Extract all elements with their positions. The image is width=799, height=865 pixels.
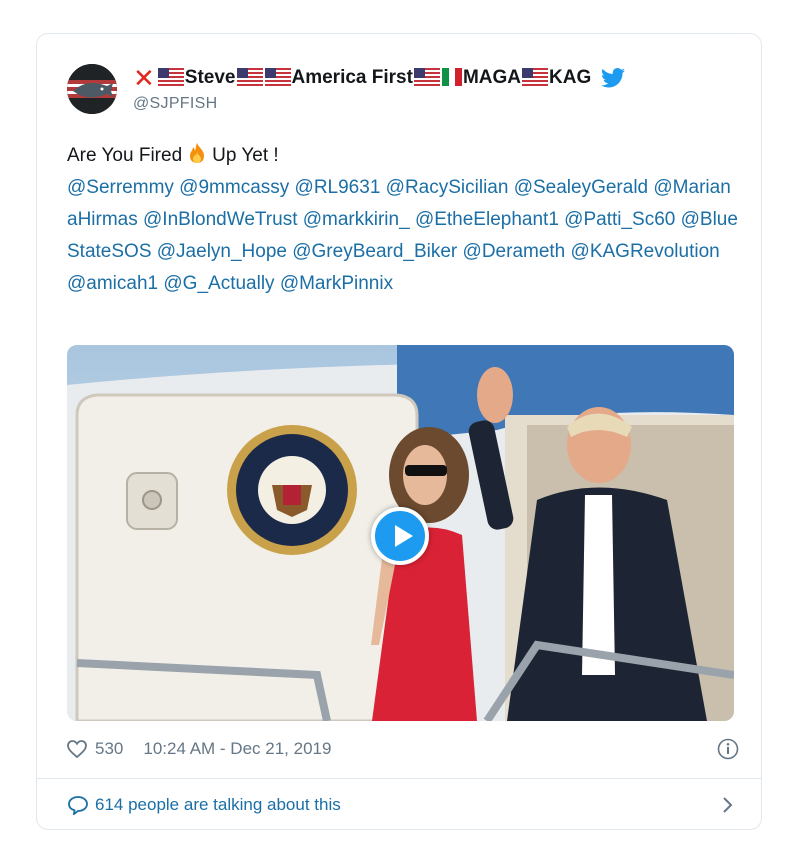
us-flag-icon [264,68,291,86]
name-part-steve: Steve [184,67,236,88]
tweet-text-after: Up Yet ! [212,145,279,166]
red-x-icon: ✕ [133,63,155,93]
name-part-america-first: America First [291,67,413,88]
tweet-meta: 530 10:24 AM - Dec 21, 2019 [67,734,739,764]
play-button[interactable] [371,507,429,565]
tweet-text-intro: Are You Fired [67,145,183,166]
us-flag-icon [522,68,549,86]
chevron-right-icon[interactable] [721,796,733,814]
divider [37,778,761,779]
author-handle[interactable]: @SJPFISH [133,95,217,113]
timestamp[interactable]: 10:24 AM - Dec 21, 2019 [143,739,331,759]
info-icon[interactable] [717,738,739,760]
twitter-bird-icon[interactable] [601,68,626,88]
tweet-text: Are You Fired Up Yet ! @Serremmy @9mmcass… [67,140,739,300]
tweet-card: ✕ Steve America First MAGA KAG @SJPFISH … [36,33,762,830]
fire-emoji-icon [186,142,208,164]
speech-bubble-icon [67,795,89,817]
name-part-maga: MAGA [462,67,522,88]
us-flag-icon [413,68,440,86]
like-count[interactable]: 530 [95,739,123,759]
talking-count: 614 people are talking about this [95,795,341,814]
conversation-link[interactable]: 614 people are talking about this [67,790,739,820]
us-flag-icon [157,68,184,86]
author-name[interactable]: ✕ Steve America First MAGA KAG [133,63,626,93]
name-part-kag: KAG [549,67,592,88]
author-avatar[interactable] [67,64,117,114]
tweet-mentions[interactable]: @Serremmy @9mmcassy @RL9631 @RacySicilia… [67,177,738,294]
video-thumbnail[interactable] [67,345,734,721]
heart-icon[interactable] [67,740,87,759]
italy-flag-icon [441,68,462,86]
us-flag-icon [236,68,263,86]
